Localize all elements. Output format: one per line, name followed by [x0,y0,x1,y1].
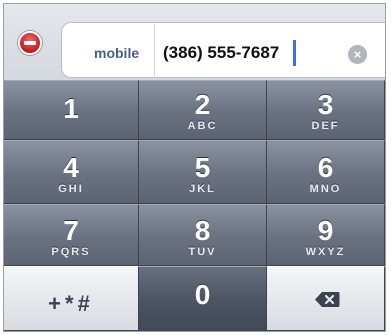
key-8[interactable]: 8 TUV [139,204,267,266]
backspace-icon [315,292,340,307]
key-letters: PQRS [51,246,91,258]
phone-entry-screen: mobile (386) 555-7687 × 1 2 ABC 3 DEF 4 … [3,3,386,332]
field-divider [154,24,155,76]
key-digit: 3 [317,89,334,120]
key-digit: 4 [63,152,79,183]
text-caret [293,40,296,66]
symbols-key[interactable]: +*# [4,266,139,331]
key-7[interactable]: 7 PQRS [4,204,139,266]
key-6[interactable]: 6 MNO [267,140,385,204]
field-type-label[interactable]: mobile [94,45,139,61]
key-digit: 9 [317,215,334,246]
key-letters: GHI [58,183,84,195]
key-letters: MNO [309,183,342,195]
edit-row: mobile (386) 555-7687 × [4,4,385,80]
key-digit: 5 [194,152,211,183]
key-9[interactable]: 9 WXYZ [267,204,385,266]
backspace-key[interactable] [267,266,385,331]
key-0[interactable]: 0 [139,266,267,331]
key-5[interactable]: 5 JKL [139,140,267,204]
key-letters: ABC [187,120,218,132]
minus-circle-icon [24,41,36,45]
key-letters: JKL [189,183,216,195]
key-1[interactable]: 1 [4,80,139,140]
symbols-label: +*# [48,291,94,316]
clear-x-icon[interactable]: × [348,45,367,64]
key-digit: 6 [317,152,334,183]
key-3[interactable]: 3 DEF [267,80,385,140]
key-2[interactable]: 2 ABC [139,80,267,140]
key-digit: 1 [63,93,79,124]
phone-number-input[interactable]: (386) 555-7687 [163,43,279,63]
key-letters: DEF [311,120,340,132]
dial-keypad: 1 2 ABC 3 DEF 4 GHI 5 JKL 6 MNO 7 PQRS 8… [4,80,385,331]
key-digit: 8 [194,215,211,246]
key-4[interactable]: 4 GHI [4,140,139,204]
key-digit: 0 [194,279,211,310]
key-letters: TUV [188,246,217,258]
key-letters: WXYZ [305,246,346,258]
key-digit: 2 [194,89,211,120]
delete-field-button[interactable] [18,31,42,55]
key-digit: 7 [63,215,79,246]
